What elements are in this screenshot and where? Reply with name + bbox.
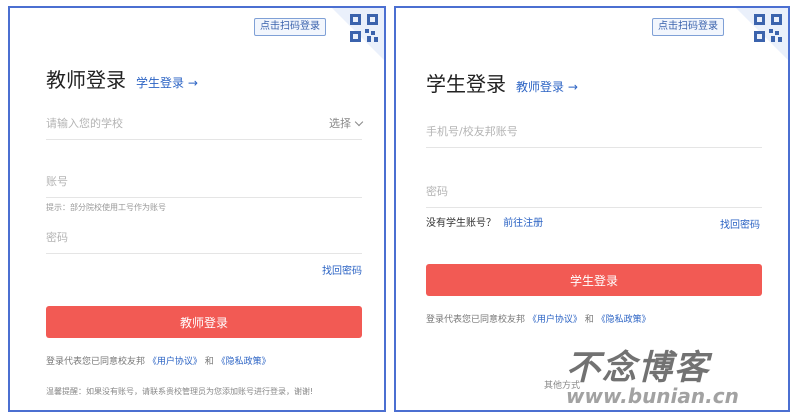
forgot-password-link[interactable]: 找回密码 xyxy=(322,262,362,277)
forgot-password-link[interactable]: 找回密码 xyxy=(720,216,760,231)
switch-to-student-link[interactable]: 学生登录 → xyxy=(136,74,198,91)
password-placeholder: 密码 xyxy=(426,185,448,198)
agreement-text: 登录代表您已同意校友邦 《用户协议》 和 《隐私政策》 xyxy=(46,354,271,367)
register-link[interactable]: 前往注册 xyxy=(503,218,543,229)
school-select[interactable]: 选择 xyxy=(329,115,364,131)
qr-code-icon[interactable] xyxy=(754,14,782,42)
qr-login-tip[interactable]: 点击扫码登录 xyxy=(254,18,326,36)
user-agreement-link[interactable]: 《用户协议》 xyxy=(528,315,582,325)
qr-login-tip[interactable]: 点击扫码登录 xyxy=(652,18,724,36)
user-agreement-link[interactable]: 《用户协议》 xyxy=(148,357,202,367)
student-title-row: 学生登录 教师登录 → xyxy=(426,68,578,97)
agreement-and: 和 xyxy=(584,315,594,325)
screenshot-stage: 点击扫码登录 教师登录 学生登录 → 请输入您的学校 选择 账号 提示：部分院校… xyxy=(0,0,800,420)
chevron-down-icon xyxy=(354,117,364,126)
watermark-brand: 不念博客 xyxy=(566,348,710,388)
teacher-title-row: 教师登录 学生登录 → xyxy=(46,64,198,93)
agreement-text: 登录代表您已同意校友邦 《用户协议》 和 《隐私政策》 xyxy=(426,312,651,325)
agreement-and: 和 xyxy=(204,357,214,367)
account-field[interactable]: 手机号/校友邦账号 xyxy=(426,118,762,148)
agreement-prefix: 登录代表您已同意校友邦 xyxy=(426,315,526,325)
account-placeholder: 手机号/校友邦账号 xyxy=(426,125,518,138)
privacy-policy-link[interactable]: 《隐私政策》 xyxy=(217,357,271,367)
school-field[interactable]: 请输入您的学校 选择 xyxy=(46,110,364,140)
privacy-policy-link[interactable]: 《隐私政策》 xyxy=(597,315,651,325)
teacher-login-button[interactable]: 教师登录 xyxy=(46,306,362,338)
school-select-label: 选择 xyxy=(329,117,351,130)
qr-login-corner[interactable] xyxy=(332,8,384,60)
switch-to-teacher-link[interactable]: 教师登录 → xyxy=(516,78,578,95)
account-field[interactable]: 账号 xyxy=(46,168,362,198)
student-login-button[interactable]: 学生登录 xyxy=(426,264,762,296)
agreement-prefix: 登录代表您已同意校友邦 xyxy=(46,357,146,367)
password-placeholder: 密码 xyxy=(46,231,68,244)
no-account-text: 没有学生账号？ xyxy=(426,218,496,229)
qr-code-icon[interactable] xyxy=(350,14,378,42)
account-hint: 提示：部分院校使用工号作为账号 xyxy=(46,203,166,212)
qr-login-corner[interactable] xyxy=(736,8,788,60)
account-placeholder: 账号 xyxy=(46,175,68,188)
page-title: 教师登录 xyxy=(46,68,126,92)
school-placeholder: 请输入您的学校 xyxy=(46,117,123,130)
password-field[interactable]: 密码 xyxy=(46,224,362,254)
watermark-url: www.bunian.cn xyxy=(566,384,739,408)
password-field[interactable]: 密码 xyxy=(426,178,762,208)
reminder-tip: 温馨提醒：如果没有账号，请联系贵校管理员为您添加账号进行登录，谢谢! xyxy=(46,387,314,396)
teacher-login-panel: 点击扫码登录 教师登录 学生登录 → 请输入您的学校 选择 账号 提示：部分院校… xyxy=(8,6,386,412)
no-account-row: 没有学生账号？ 前往注册 xyxy=(426,214,543,229)
page-title: 学生登录 xyxy=(426,72,506,96)
